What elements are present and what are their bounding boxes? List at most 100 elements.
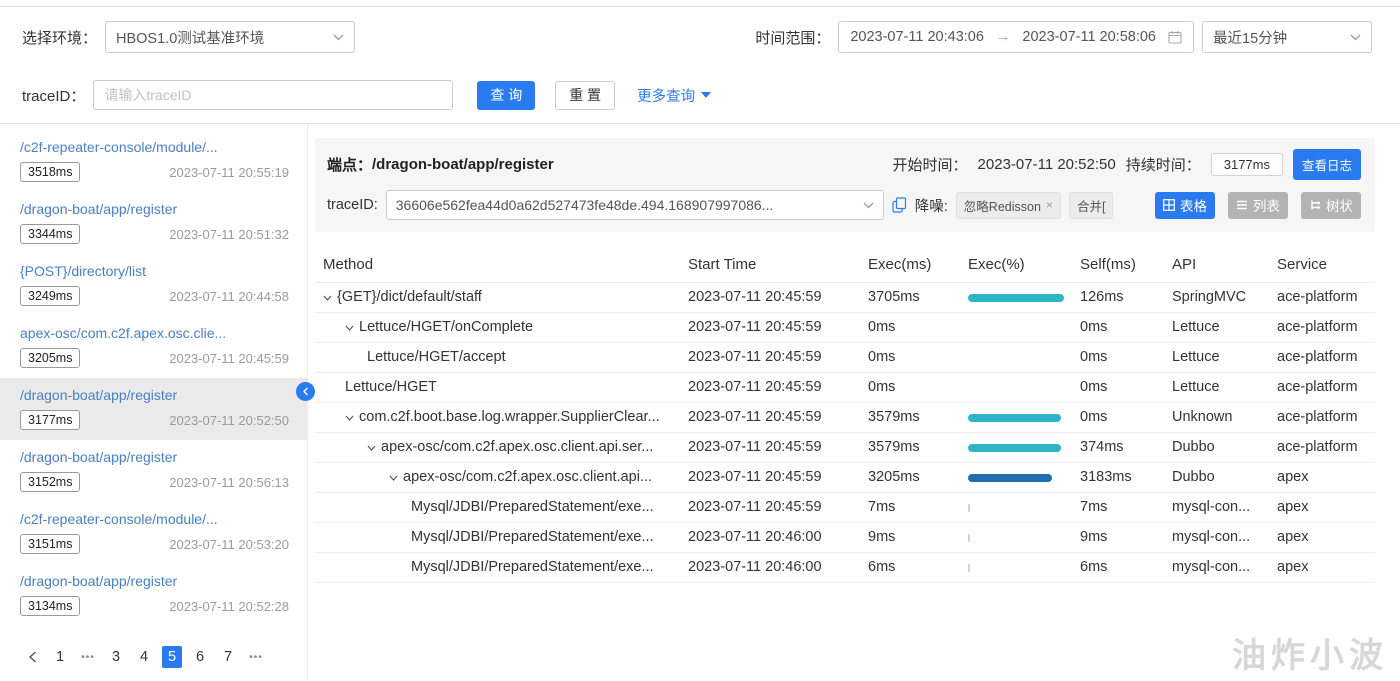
trace-table-row[interactable]: Mysql/JDBI/PreparedStatement/exe... 2023… [315,552,1375,583]
trace-table-row[interactable]: Lettuce/HGET/onComplete 2023-07-11 20:45… [315,312,1375,343]
exec-ms-cell: 3579ms [860,432,960,463]
method-cell-content: {GET}/dict/default/staff [323,288,672,307]
trace-table-row[interactable]: Mysql/JDBI/PreparedStatement/exe... 2023… [315,522,1375,553]
page-number[interactable]: 7 [218,646,238,668]
start-datetime[interactable]: 2023-07-11 20:43:06 [850,29,984,45]
column-header-start-time: Start Time [680,248,860,283]
trace-endpoint-link[interactable]: /dragon-boat/app/register [20,573,289,589]
self-ms-cell: 3183ms [1072,462,1164,493]
date-range-picker[interactable]: 2023-07-11 20:43:06 → 2023-07-11 20:58:0… [838,21,1194,53]
method-cell-content: Lettuce/HGET/accept [323,348,672,367]
exec-percent-cell [968,533,1064,542]
method-name: Lettuce/HGET [345,379,437,395]
more-query-link[interactable]: 更多查询 [637,85,712,106]
view-table-button[interactable]: 表格 [1155,191,1215,219]
chevron-down-icon [1350,34,1361,41]
trace-endpoint-link[interactable]: /c2f-repeater-console/module/... [20,139,289,155]
toolbar-row-trace: traceID： 查 询 重 置 更多查询 [22,67,1372,123]
calendar-icon[interactable] [1168,30,1182,44]
expand-icon[interactable] [345,325,354,331]
trace-duration-badge: 3205ms [20,348,81,368]
column-header-self-ms: Self(ms) [1072,248,1164,283]
method-cell-content: Mysql/JDBI/PreparedStatement/exe... [323,528,672,547]
duration-label: 持续时间： [1125,157,1201,174]
trace-timestamp: 2023-07-11 20:52:28 [169,598,289,614]
api-cell: mysql-con... [1164,552,1269,583]
trace-list-item[interactable]: /c2f-repeater-console/module/... 3518ms 2… [0,130,307,192]
trace-table-row[interactable]: {GET}/dict/default/staff 2023-07-11 20:4… [315,282,1375,313]
expand-icon[interactable] [367,445,376,451]
noise-tag-ignore-redisson[interactable]: 忽略Redisson × [955,191,1061,219]
page-ellipsis[interactable]: ••• [246,646,266,668]
trace-list-item[interactable]: /c2f-repeater-console/module/... 3151ms 2… [0,502,307,564]
trace-id-select[interactable]: 36606e562fea44d0a62d527473fe48de.494.168… [385,190,884,220]
pagination: 1 ••• 3 4 5 6 7 ••• [22,646,266,668]
noise-tag-merge[interactable]: 合并[ [1068,191,1114,219]
trace-table-row[interactable]: Mysql/JDBI/PreparedStatement/exe... 2023… [315,492,1375,523]
view-log-button[interactable]: 查看日志 [1292,149,1361,180]
environment-select[interactable]: HBOS1.0测试基准环境 [105,21,356,53]
page-number[interactable]: 4 [134,646,154,668]
exec-percent-bar [968,473,1052,482]
view-list-button[interactable]: 列表 [1228,191,1288,219]
page-ellipsis[interactable]: ••• [78,646,98,668]
trace-duration-badge: 3134ms [20,596,81,616]
method-cell-content: Mysql/JDBI/PreparedStatement/exe... [323,498,672,517]
trace-duration-badge: 3152ms [20,472,81,492]
page-number[interactable]: 1 [50,646,70,668]
trace-table-row[interactable]: apex-osc/com.c2f.apex.osc.client.api.ser… [315,432,1375,463]
prev-page-button[interactable] [22,646,42,668]
trace-endpoint-link[interactable]: /dragon-boat/app/register [20,201,289,217]
trace-endpoint-link[interactable]: {POST}/directory/list [20,263,289,279]
column-header-exec-ms: Exec(ms) [860,248,960,283]
trace-table-row[interactable]: Lettuce/HGET/accept 2023-07-11 20:45:59 … [315,342,1375,373]
copy-icon[interactable] [892,197,907,213]
expand-icon[interactable] [345,415,354,421]
api-cell: mysql-con... [1164,492,1269,523]
trace-list-item[interactable]: {POST}/directory/list 3249ms 2023-07-11 2… [0,254,307,316]
close-icon[interactable]: × [1046,198,1053,212]
trace-timestamp: 2023-07-11 20:55:19 [169,164,289,180]
method-name: Lettuce/HGET/onComplete [359,319,534,335]
start-time-value: 2023-07-11 20:52:50 [977,156,1116,173]
trace-endpoint-link[interactable]: /dragon-boat/app/register [20,449,289,465]
trace-list-item[interactable]: /dragon-boat/app/register 3177ms 2023-07-… [0,378,307,440]
page-number[interactable]: 3 [106,646,126,668]
sidebar-collapse-button[interactable] [296,382,315,401]
exec-percent-cell [968,563,1064,572]
service-cell: ace-platform [1269,372,1375,403]
start-time-cell: 2023-07-11 20:46:00 [680,522,860,553]
trace-detail-panel: 端点： /dragon-boat/app/register 开始时间： 2023… [308,124,1400,680]
expand-icon[interactable] [389,475,398,481]
reset-button[interactable]: 重 置 [555,80,616,110]
trace-table-row[interactable]: apex-osc/com.c2f.apex.osc.client.api... … [315,462,1375,493]
trace-table-row[interactable]: com.c2f.boot.base.log.wrapper.SupplierCl… [315,402,1375,433]
end-datetime[interactable]: 2023-07-11 20:58:06 [1022,29,1156,45]
method-cell-content: apex-osc/com.c2f.apex.osc.client.api.ser… [323,438,672,457]
trace-id-input[interactable] [93,80,454,110]
trace-list-item[interactable]: /dragon-boat/app/register 3152ms 2023-07-… [0,440,307,502]
trace-list-item[interactable]: /dragon-boat/app/register 3344ms 2023-07-… [0,192,307,254]
trace-list-item[interactable]: /dragon-boat/app/register 3134ms 2023-07-… [0,564,307,626]
trace-list-sidebar: /c2f-repeater-console/module/... 3518ms 2… [0,124,308,680]
service-cell: apex [1269,462,1375,493]
time-preset-select[interactable]: 最近15分钟 [1202,21,1372,53]
expand-icon[interactable] [323,295,332,301]
search-button[interactable]: 查 询 [477,80,536,110]
column-header-service: Service [1269,248,1375,283]
trace-list-item[interactable]: apex-osc/com.c2f.apex.osc.clie... 3205ms… [0,316,307,378]
view-list-label: 列表 [1253,199,1280,214]
page-number[interactable]: 5 [162,646,182,668]
view-tree-button[interactable]: 树状 [1301,191,1361,219]
tree-icon [1309,199,1321,211]
trace-endpoint-link[interactable]: /dragon-boat/app/register [20,387,289,403]
exec-percent-cell [968,413,1064,422]
page-number[interactable]: 6 [190,646,210,668]
exec-ms-cell: 0ms [860,342,960,373]
trace-endpoint-link[interactable]: /c2f-repeater-console/module/... [20,511,289,527]
trace-duration-badge: 3518ms [20,162,81,182]
trace-duration-badge: 3151ms [20,534,81,554]
trace-duration-badge: 3344ms [20,224,81,244]
trace-table-row[interactable]: Lettuce/HGET 2023-07-11 20:45:59 0ms 0ms… [315,372,1375,403]
trace-endpoint-link[interactable]: apex-osc/com.c2f.apex.osc.clie... [20,325,289,341]
